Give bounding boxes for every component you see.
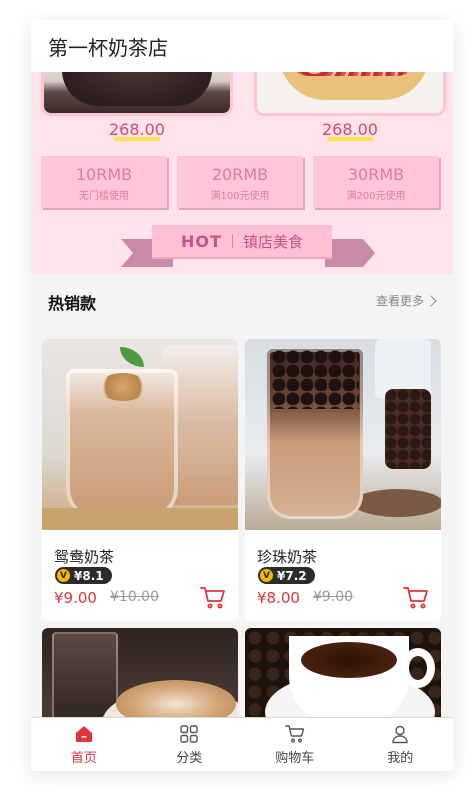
vip-icon: V [57, 569, 70, 582]
tab-label: 我的 [387, 751, 414, 766]
see-more-label: 查看更多 [375, 294, 424, 308]
app-header: 第一杯奶茶店 [31, 20, 453, 72]
coupon-amount: 20RMB [211, 165, 269, 184]
add-to-cart-icon[interactable] [200, 585, 226, 609]
tab-label: 分类 [176, 751, 203, 766]
cake-price-1: 268.00 [109, 120, 165, 141]
bottom-tab-bar: 首页 分类 购物车 我的 [31, 717, 453, 771]
promo-area: 268.00 268.00 10RMB 无门槛使用 20RMB 满100元使用 … [31, 72, 453, 274]
product-price: ¥9.00 [54, 589, 97, 607]
product-name: 珍珠奶茶 [257, 548, 318, 566]
hot-banner: HOT 镇店美食 [31, 225, 453, 269]
coupon-condition: 满200元使用 [346, 191, 406, 202]
hot-label: HOT [181, 231, 222, 251]
product-price: ¥8.00 [257, 589, 300, 607]
ribbon-left [121, 239, 173, 267]
tab-cart[interactable]: 购物车 [242, 718, 348, 771]
chevron-right-icon [425, 294, 437, 307]
vip-price: ¥8.1 [74, 568, 104, 583]
coupon-30rmb[interactable]: 30RMB 满200元使用 [313, 156, 439, 208]
banner-text: 镇店美食 [242, 232, 303, 251]
original-price: ¥9.00 [313, 589, 354, 605]
divider [231, 234, 233, 248]
product-card[interactable]: 珍珠奶茶 V ¥7.2 ¥8.00 ¥9.00 [245, 339, 441, 621]
coupon-condition: 无门槛使用 [79, 191, 129, 202]
grid-icon [180, 725, 198, 743]
product-name: 鸳鸯奶茶 [54, 548, 115, 566]
user-icon [392, 725, 408, 744]
section-title: 热销款 [48, 294, 97, 313]
tab-profile[interactable]: 我的 [348, 718, 454, 771]
section-header: 热销款 查看更多 [31, 274, 453, 328]
coupon-condition: 满100元使用 [210, 191, 270, 202]
product-image[interactable] [42, 339, 238, 530]
home-icon [75, 726, 92, 742]
cart-icon [285, 725, 304, 743]
vip-price-badge: V ¥7.2 [258, 567, 315, 584]
product-card[interactable]: 鸳鸯奶茶 V ¥8.1 ¥9.00 ¥10.00 [42, 339, 238, 621]
cake-price-2: 268.00 [322, 120, 378, 141]
tab-label: 购物车 [275, 751, 315, 766]
coupon-amount: 10RMB [75, 165, 133, 184]
see-more-link[interactable]: 查看更多 [375, 292, 437, 309]
tab-home[interactable]: 首页 [31, 718, 137, 771]
app-screen: 第一杯奶茶店 268.00 268.00 10RMB 无门槛使用 20RMB 满… [31, 20, 453, 771]
tab-label: 首页 [70, 751, 97, 766]
page-title: 第一杯奶茶店 [48, 35, 168, 60]
original-price: ¥10.00 [110, 589, 159, 605]
add-to-cart-icon[interactable] [403, 585, 429, 609]
cake-image-2[interactable] [254, 72, 446, 116]
coupon-10rmb[interactable]: 10RMB 无门槛使用 [41, 156, 167, 208]
product-image[interactable] [245, 339, 441, 530]
vip-price: ¥7.2 [277, 568, 307, 583]
tab-category[interactable]: 分类 [137, 718, 243, 771]
coupon-amount: 30RMB [347, 165, 405, 184]
vip-price-badge: V ¥8.1 [55, 567, 112, 584]
cake-image-1[interactable] [41, 72, 233, 116]
vip-icon: V [260, 569, 273, 582]
coupon-20rmb[interactable]: 20RMB 满100元使用 [177, 156, 303, 208]
ribbon-label: HOT 镇店美食 [152, 225, 332, 257]
